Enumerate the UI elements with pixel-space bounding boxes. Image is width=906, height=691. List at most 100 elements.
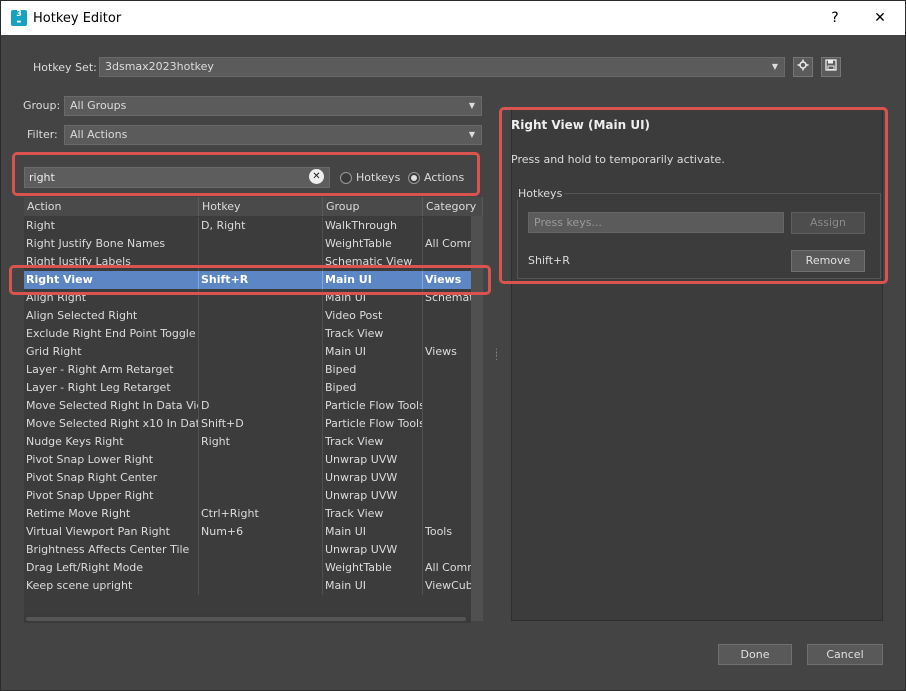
table-row[interactable]: Nudge Keys Right Right Track View: [24, 433, 483, 451]
window-title: Hotkey Editor: [33, 11, 122, 26]
cell-group: Video Post: [323, 307, 423, 325]
chevron-down-icon: ▼: [468, 130, 475, 139]
table-row[interactable]: Pivot Snap Upper Right Unwrap UVW: [24, 487, 483, 505]
selected-row-highlight-box: [9, 265, 491, 295]
column-header-group[interactable]: Group: [323, 197, 423, 216]
cell-group: WeightTable: [323, 235, 423, 253]
group-value: All Groups: [70, 99, 127, 112]
table-row[interactable]: Keep scene upright Main UI ViewCube: [24, 577, 483, 595]
cell-action: Keep scene upright: [24, 577, 199, 595]
cell-action: Pivot Snap Lower Right: [24, 451, 199, 469]
cell-hotkey: [199, 577, 323, 595]
cell-group: Unwrap UVW: [323, 487, 423, 505]
cell-group: Track View: [323, 505, 423, 523]
cell-hotkey: [199, 469, 323, 487]
help-button[interactable]: ?: [820, 7, 850, 29]
cell-group: Main UI: [323, 577, 423, 595]
filter-label: Filter:: [27, 128, 58, 141]
cell-action: Move Selected Right In Data View: [24, 397, 199, 415]
hotkey-set-settings-button[interactable]: [793, 57, 813, 77]
cell-hotkey: D: [199, 397, 323, 415]
cell-action: Layer - Right Leg Retarget: [24, 379, 199, 397]
cell-hotkey: Ctrl+Right: [199, 505, 323, 523]
cell-action: Drag Left/Right Mode: [24, 559, 199, 577]
cell-hotkey: [199, 451, 323, 469]
cell-hotkey: Shift+D: [199, 415, 323, 433]
column-header-category[interactable]: Category: [423, 197, 483, 216]
app-icon-text: 3: [16, 9, 22, 18]
gear-icon: [797, 59, 809, 71]
table-row[interactable]: Right Justify Bone Names WeightTable All C…: [24, 235, 483, 253]
filter-value: All Actions: [70, 128, 128, 141]
table-row[interactable]: Grid Right Main UI Views: [24, 343, 483, 361]
cell-action: Right: [24, 217, 199, 235]
actions-table: Action Hotkey Group Category Right D, Rig…: [24, 197, 483, 621]
cell-hotkey: D, Right: [199, 217, 323, 235]
cell-action: Pivot Snap Right Center: [24, 469, 199, 487]
table-row[interactable]: Pivot Snap Lower Right Unwrap UVW: [24, 451, 483, 469]
group-dropdown[interactable]: All Groups ▼: [64, 96, 482, 116]
cell-group: WalkThrough: [323, 217, 423, 235]
cell-hotkey: Right: [199, 433, 323, 451]
table-row[interactable]: Move Selected Right In Data View D Particl…: [24, 397, 483, 415]
cell-group: WeightTable: [323, 559, 423, 577]
close-button[interactable]: ✕: [865, 7, 895, 29]
cell-hotkey: [199, 307, 323, 325]
table-row[interactable]: Layer - Right Leg Retarget Biped: [24, 379, 483, 397]
cell-hotkey: [199, 343, 323, 361]
hotkey-editor-window: 3 ▬ Hotkey Editor ? ✕ Hotkey Set: 3dsmax2…: [0, 0, 906, 691]
cell-action: Layer - Right Arm Retarget: [24, 361, 199, 379]
detail-highlight-box: [499, 107, 888, 284]
table-row[interactable]: Retime Move Right Ctrl+Right Track View: [24, 505, 483, 523]
cell-group: Main UI: [323, 343, 423, 361]
cell-hotkey: [199, 559, 323, 577]
cell-action: Virtual Viewport Pan Right: [24, 523, 199, 541]
cell-group: Particle Flow Tools: [323, 397, 423, 415]
hotkey-set-label: Hotkey Set:: [33, 61, 97, 74]
column-header-action[interactable]: Action: [24, 197, 199, 216]
cell-group: Track View: [323, 325, 423, 343]
cell-action: Retime Move Right: [24, 505, 199, 523]
cell-action: Right Justify Bone Names: [24, 235, 199, 253]
cell-group: Track View: [323, 433, 423, 451]
cell-hotkey: [199, 235, 323, 253]
cancel-button[interactable]: Cancel: [807, 644, 883, 665]
filter-dropdown[interactable]: All Actions ▼: [64, 125, 482, 145]
table-row[interactable]: Pivot Snap Right Center Unwrap UVW: [24, 469, 483, 487]
cell-action: Align Selected Right: [24, 307, 199, 325]
cell-action: Move Selected Right x10 In Data...: [24, 415, 199, 433]
done-button[interactable]: Done: [718, 644, 792, 665]
cell-action: Exclude Right End Point Toggle: [24, 325, 199, 343]
cell-hotkey: Num+6: [199, 523, 323, 541]
table-row[interactable]: Right D, Right WalkThrough: [24, 217, 483, 235]
table-row[interactable]: Move Selected Right x10 In Data... Shift+…: [24, 415, 483, 433]
title-bar: 3 ▬ Hotkey Editor ? ✕: [1, 1, 905, 35]
table-row[interactable]: Align Selected Right Video Post: [24, 307, 483, 325]
scrollbar-thumb[interactable]: [26, 617, 466, 621]
panel-splitter[interactable]: ⋮ ⋮: [492, 349, 501, 363]
table-row[interactable]: Virtual Viewport Pan Right Num+6 Main UI To…: [24, 523, 483, 541]
group-label: Group:: [23, 99, 61, 112]
table-row[interactable]: Layer - Right Arm Retarget Biped: [24, 361, 483, 379]
column-header-hotkey[interactable]: Hotkey: [199, 197, 323, 216]
cell-hotkey: [199, 541, 323, 559]
table-row[interactable]: Drag Left/Right ModeWeightTableAll Comma…: [24, 559, 483, 577]
table-row[interactable]: Brightness Affects Center Tile Unwrap UVW: [24, 541, 483, 559]
cell-group: Unwrap UVW: [323, 469, 423, 487]
search-highlight-box: [12, 152, 480, 196]
cell-group: Biped: [323, 361, 423, 379]
cell-action: Grid Right: [24, 343, 199, 361]
cell-action: Nudge Keys Right: [24, 433, 199, 451]
table-horizontal-scrollbar[interactable]: [24, 615, 471, 623]
hotkey-set-save-button[interactable]: [821, 57, 841, 77]
cell-group: Unwrap UVW: [323, 541, 423, 559]
cell-action: Brightness Affects Center Tile: [24, 541, 199, 559]
table-row[interactable]: Exclude Right End Point Toggle Track View: [24, 325, 483, 343]
hotkey-set-dropdown[interactable]: 3dsmax2023hotkey ▼: [99, 57, 785, 77]
cell-group: Particle Flow Tools: [323, 415, 423, 433]
cell-group: Main UI: [323, 523, 423, 541]
floppy-icon: [825, 59, 837, 71]
hotkey-set-value: 3dsmax2023hotkey: [105, 60, 214, 73]
cell-action: Pivot Snap Upper Right: [24, 487, 199, 505]
cell-group: Unwrap UVW: [323, 451, 423, 469]
